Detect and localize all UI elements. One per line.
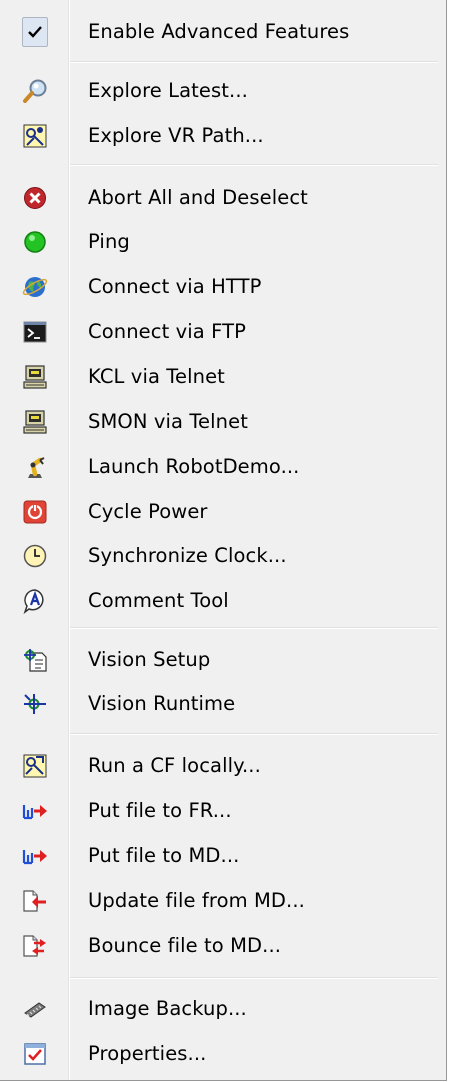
comment-icon [22,588,48,614]
computer-icon [22,364,48,390]
menu-item-label: Explore Latest... [88,79,248,102]
menu-item-label: Vision Setup [88,648,211,671]
vr-path-icon [22,123,48,149]
menu-item-bounce-file-md[interactable]: Bounce file to MD... [0,923,446,968]
menu-item-properties[interactable]: Properties... [0,1031,446,1076]
menu-item-label: Comment Tool [88,589,229,612]
menu-item-put-file-md[interactable]: Put file to MD... [0,833,446,878]
robot-icon [22,454,48,480]
menu-item-abort-all[interactable]: Abort All and Deselect [0,175,446,220]
clock-icon [22,543,48,569]
ping-icon [22,229,48,255]
memory-chip-icon [22,996,48,1022]
menu-item-comment-tool[interactable]: Comment Tool [0,578,446,623]
menu-item-label: Put file to MD... [88,844,240,867]
properties-icon [22,1041,48,1067]
checkmark-icon [22,16,48,47]
menu-item-label: Launch RobotDemo... [88,455,300,478]
menu-item-cycle-power[interactable]: Cycle Power [0,489,446,534]
menu-item-vision-setup[interactable]: Vision Setup [0,637,446,682]
put-file-icon [22,798,48,824]
menu-item-synchronize-clock[interactable]: Synchronize Clock... [0,533,446,578]
computer-icon [22,409,48,435]
menu-item-explore-latest[interactable]: Explore Latest... [0,68,446,113]
menu-separator [70,164,438,166]
menu-item-kcl-telnet[interactable]: KCL via Telnet [0,354,446,399]
menu-item-label: Put file to FR... [88,799,232,822]
put-file-icon [22,843,48,869]
menu-item-label: Ping [88,230,130,253]
menu-item-label: Connect via HTTP [88,275,262,298]
menu-item-launch-robotdemo[interactable]: Launch RobotDemo... [0,444,446,489]
menu-item-update-file-md[interactable]: Update file from MD... [0,878,446,923]
menu-item-enable-advanced-features[interactable]: Enable Advanced Features [0,9,446,54]
menu-separator [70,627,438,629]
terminal-icon [22,319,48,345]
menu-item-ping[interactable]: Ping [0,219,446,264]
menu-item-put-file-fr[interactable]: Put file to FR... [0,788,446,833]
menu-item-connect-http[interactable]: Connect via HTTP [0,264,446,309]
menu-item-label: Enable Advanced Features [88,20,350,43]
menu-item-smon-telnet[interactable]: SMON via Telnet [0,399,446,444]
menu-item-explore-vr-path[interactable]: Explore VR Path... [0,113,446,158]
context-menu: Enable Advanced Features Explore Latest.… [0,0,447,1081]
abort-icon [22,185,48,211]
menu-item-label: Connect via FTP [88,320,246,343]
globe-icon [22,274,48,300]
menu-item-label: Explore VR Path... [88,124,264,147]
run-cf-icon [22,753,48,779]
vision-runtime-icon [22,691,48,717]
menu-separator [70,733,438,735]
magnifier-icon [22,78,48,104]
menu-item-connect-ftp[interactable]: Connect via FTP [0,309,446,354]
menu-item-label: Properties... [88,1042,207,1065]
menu-item-vision-runtime[interactable]: Vision Runtime [0,681,446,726]
menu-separator [70,61,438,63]
menu-separator [70,977,438,979]
menu-item-label: Update file from MD... [88,889,305,912]
menu-item-label: KCL via Telnet [88,365,225,388]
menu-item-label: SMON via Telnet [88,410,248,433]
menu-item-label: Vision Runtime [88,692,236,715]
update-file-icon [22,888,48,914]
bounce-file-icon [22,933,48,959]
menu-item-label: Image Backup... [88,997,247,1020]
menu-item-label: Synchronize Clock... [88,544,287,567]
menu-item-label: Cycle Power [88,500,208,523]
menu-item-run-cf-locally[interactable]: Run a CF locally... [0,743,446,788]
menu-item-image-backup[interactable]: Image Backup... [0,986,446,1031]
power-icon [22,499,48,525]
menu-item-label: Bounce file to MD... [88,934,282,957]
menu-item-label: Run a CF locally... [88,754,261,777]
menu-item-label: Abort All and Deselect [88,186,308,209]
vision-setup-icon [22,647,48,673]
